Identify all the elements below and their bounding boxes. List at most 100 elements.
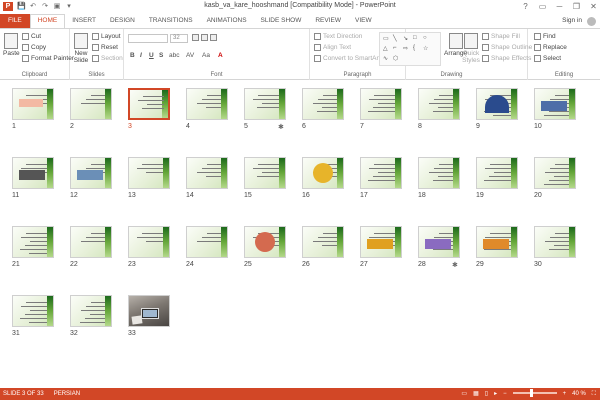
bold-button[interactable]: B [130,52,135,59]
slide-thumbnail-29[interactable] [476,226,518,258]
slide-thumbnail-8[interactable] [418,88,460,120]
char-spacing-button[interactable]: AV [186,52,194,59]
language-status[interactable]: PERSIAN [54,388,80,400]
slide-thumbnail-16[interactable] [302,157,344,189]
slide-thumbnail-1[interactable] [12,88,54,120]
slide-thumbnail-32[interactable] [70,295,112,327]
slide-thumbnail-18[interactable] [418,157,460,189]
tab-transitions[interactable]: TRANSITIONS [142,14,200,28]
slideshow-view-icon[interactable]: ▸ [494,388,497,400]
shadow-button[interactable]: S [159,52,163,59]
align-text-button[interactable]: Align Text [314,44,351,51]
select-button[interactable]: Select [534,55,561,62]
slide-thumbnail-24[interactable] [186,226,228,258]
fit-to-window-icon[interactable]: ⛶ [592,388,596,400]
slide-thumbnail-4[interactable] [186,88,228,120]
ribbon-display-options-icon[interactable]: ▭ [538,1,547,12]
slide-thumbnail-10[interactable] [534,88,576,120]
paste-button[interactable]: Paste [3,33,20,57]
line-shape-icon[interactable]: ╲ [393,35,397,42]
zoom-slider-thumb[interactable] [529,389,533,397]
star-shape-icon[interactable]: ☆ [423,45,428,52]
right-arrow-shape-icon[interactable]: ⇨ [403,45,408,52]
curve-shape-icon[interactable]: ∿ [383,55,388,62]
clear-formatting-icon[interactable] [210,34,217,41]
reset-button[interactable]: Reset [92,44,118,51]
new-slide-button[interactable]: New Slide [73,33,89,64]
slide-thumbnail-15[interactable] [244,157,286,189]
slide-thumbnail-6[interactable] [302,88,344,120]
slide-thumbnail-22[interactable] [70,226,112,258]
zoom-level[interactable]: 40 % [572,388,586,400]
shape-effects-button[interactable]: Shape Effects [482,55,531,62]
strikethrough-button[interactable]: abc [169,52,179,59]
transition-star-icon[interactable]: ✱ [452,261,458,269]
change-case-button[interactable]: Aa [202,52,210,59]
font-name-dropdown[interactable] [128,34,168,43]
textbox-shape-icon[interactable]: ▭ [383,35,389,42]
underline-button[interactable]: U [149,52,154,59]
help-icon[interactable]: ? [521,1,530,12]
bent-line-shape-icon[interactable]: ⌐ [393,45,397,51]
tab-insert[interactable]: INSERT [65,14,103,28]
normal-view-icon[interactable]: ▭ [461,388,467,400]
slide-thumbnail-19[interactable] [476,157,518,189]
cut-button[interactable]: Cut [22,33,41,40]
sign-in[interactable]: Sign in [562,14,596,28]
find-button[interactable]: Find [534,33,556,40]
zoom-out-icon[interactable]: − [503,388,507,400]
shape-fill-button[interactable]: Shape Fill [482,33,520,40]
slide-thumbnail-25[interactable] [244,226,286,258]
brace-shape-icon[interactable]: { [413,45,415,51]
tab-review[interactable]: REVIEW [308,14,348,28]
font-size-adjust[interactable] [192,34,217,41]
shape-outline-button[interactable]: Shape Outline [482,44,532,51]
slide-sorter-view-icon[interactable]: ▦ [473,388,479,400]
sign-in-label[interactable]: Sign in [562,14,582,28]
slide-thumbnail-17[interactable] [360,157,402,189]
slide-thumbnail-12[interactable] [70,157,112,189]
minimize-icon[interactable]: ─ [555,1,564,12]
tab-file[interactable]: FILE [0,14,30,28]
convert-smartart-button[interactable]: Convert to SmartArt [314,55,380,62]
zoom-slider[interactable] [512,389,557,397]
slide-thumbnail-13[interactable] [128,157,170,189]
tab-home[interactable]: HOME [29,14,66,28]
slide-thumbnail-3[interactable] [128,88,170,120]
slide-thumbnail-20[interactable] [534,157,576,189]
layout-button[interactable]: Layout [92,33,121,40]
section-button[interactable]: Section [92,55,123,62]
shapes-gallery[interactable]: ▭ ╲ ↘ □ ○ △ ⌐ ⇨ { ☆ ∿ ⬡ [379,32,441,66]
tab-design[interactable]: DESIGN [103,14,142,28]
close-icon[interactable]: ✕ [589,1,598,12]
slide-thumbnail-33[interactable] [128,295,170,327]
slide-thumbnail-14[interactable] [186,157,228,189]
slide-thumbnail-26[interactable] [302,226,344,258]
copy-button[interactable]: Copy [22,44,46,51]
font-color-button[interactable]: A [218,52,223,59]
slide-thumbnail-5[interactable] [244,88,286,120]
slide-thumbnail-28[interactable] [418,226,460,258]
slide-thumbnail-21[interactable] [12,226,54,258]
slide-thumbnail-30[interactable] [534,226,576,258]
tab-slide-show[interactable]: SLIDE SHOW [254,14,309,28]
slide-thumbnail-7[interactable] [360,88,402,120]
slide-thumbnail-23[interactable] [128,226,170,258]
slide-thumbnail-11[interactable] [12,157,54,189]
restore-icon[interactable]: ❐ [572,1,581,12]
font-size-dropdown[interactable]: 32 [170,34,188,43]
quick-styles-button[interactable]: Quick Styles [462,33,480,64]
text-direction-button[interactable]: Text Direction [314,33,362,40]
triangle-shape-icon[interactable]: △ [383,45,388,52]
rectangle-shape-icon[interactable]: □ [413,35,417,41]
decrease-font-icon[interactable] [201,34,208,41]
arrow-shape-icon[interactable]: ↘ [403,35,408,42]
replace-button[interactable]: Replace [534,44,567,51]
slide-thumbnail-27[interactable] [360,226,402,258]
slide-thumbnail-2[interactable] [70,88,112,120]
slide-thumbnail-31[interactable] [12,295,54,327]
italic-button[interactable]: I [140,52,142,59]
format-painter-button[interactable]: Format Painter [22,55,74,62]
transition-star-icon[interactable]: ✱ [278,123,284,131]
oval-shape-icon[interactable]: ○ [423,35,427,41]
